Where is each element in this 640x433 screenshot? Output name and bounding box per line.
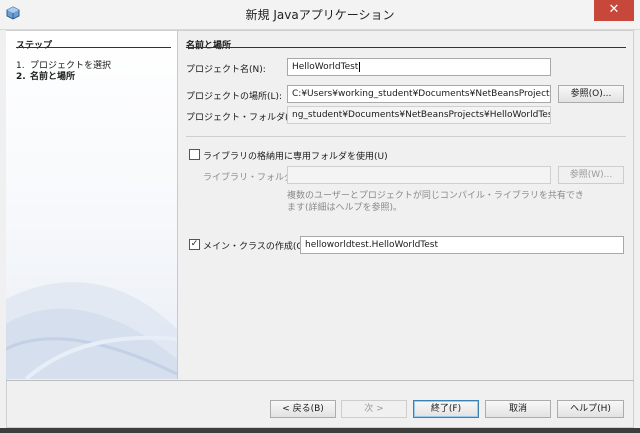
separator xyxy=(186,136,626,137)
back-button[interactable]: < 戻る(B) xyxy=(270,400,336,418)
step-number: 2. xyxy=(16,72,26,82)
section-title-rule xyxy=(186,47,626,48)
main-class-input[interactable]: helloworldtest.HelloWorldTest xyxy=(300,236,624,254)
project-name-label: プロジェクト名(N): xyxy=(186,65,266,75)
library-folder-input xyxy=(287,166,551,184)
checkmark-icon: ✓ xyxy=(190,239,199,249)
project-name-value: HelloWorldTest xyxy=(292,62,359,72)
help-button[interactable]: ヘルプ(H) xyxy=(557,400,624,418)
library-help-text-line2: ます(詳細はヘルプを参照)。 xyxy=(287,203,403,213)
text-caret xyxy=(359,62,361,72)
taskbar-edge xyxy=(0,428,640,433)
decorative-swoosh-graphic xyxy=(6,282,177,379)
project-location-input[interactable]: C:¥Users¥working_student¥Documents¥NetBe… xyxy=(287,85,551,103)
dedicated-folder-checkbox[interactable] xyxy=(189,149,200,160)
steps-panel: ステップ 1. プロジェクトを選択 2. 名前と場所 xyxy=(6,31,178,379)
finish-button[interactable]: 終了(F) xyxy=(413,400,479,418)
main-class-checkbox[interactable]: ✓ xyxy=(189,239,200,250)
footer-separator xyxy=(6,380,634,381)
project-folder-field: ng_student¥Documents¥NetBeansProjects¥He… xyxy=(287,106,551,124)
browse-location-button[interactable]: 参照(O)... xyxy=(558,85,624,103)
step-label: 名前と場所 xyxy=(30,72,76,82)
main-class-checkbox-label[interactable]: メイン・クラスの作成(C) xyxy=(203,239,306,252)
close-icon: ✕ xyxy=(608,2,620,17)
dedicated-folder-checkbox-label[interactable]: ライブラリの格納用に専用フォルダを使用(U) xyxy=(203,149,388,162)
steps-title: ステップ xyxy=(16,41,53,51)
cancel-button[interactable]: 取消 xyxy=(485,400,551,418)
close-button[interactable]: ✕ xyxy=(594,0,634,21)
next-button: 次 > xyxy=(341,400,407,418)
steps-title-rule xyxy=(16,47,171,48)
project-location-label: プロジェクトの場所(L): xyxy=(186,92,283,102)
project-name-input[interactable]: HelloWorldTest xyxy=(287,58,551,76)
window-title: 新規 Javaアプリケーション xyxy=(245,8,395,22)
section-title: 名前と場所 xyxy=(186,41,232,51)
library-browse-button: 参照(W)... xyxy=(558,166,624,184)
step-item-name-location: 2. 名前と場所 xyxy=(16,69,75,82)
project-folder-label: プロジェクト・フォルダ(D): xyxy=(186,113,302,123)
